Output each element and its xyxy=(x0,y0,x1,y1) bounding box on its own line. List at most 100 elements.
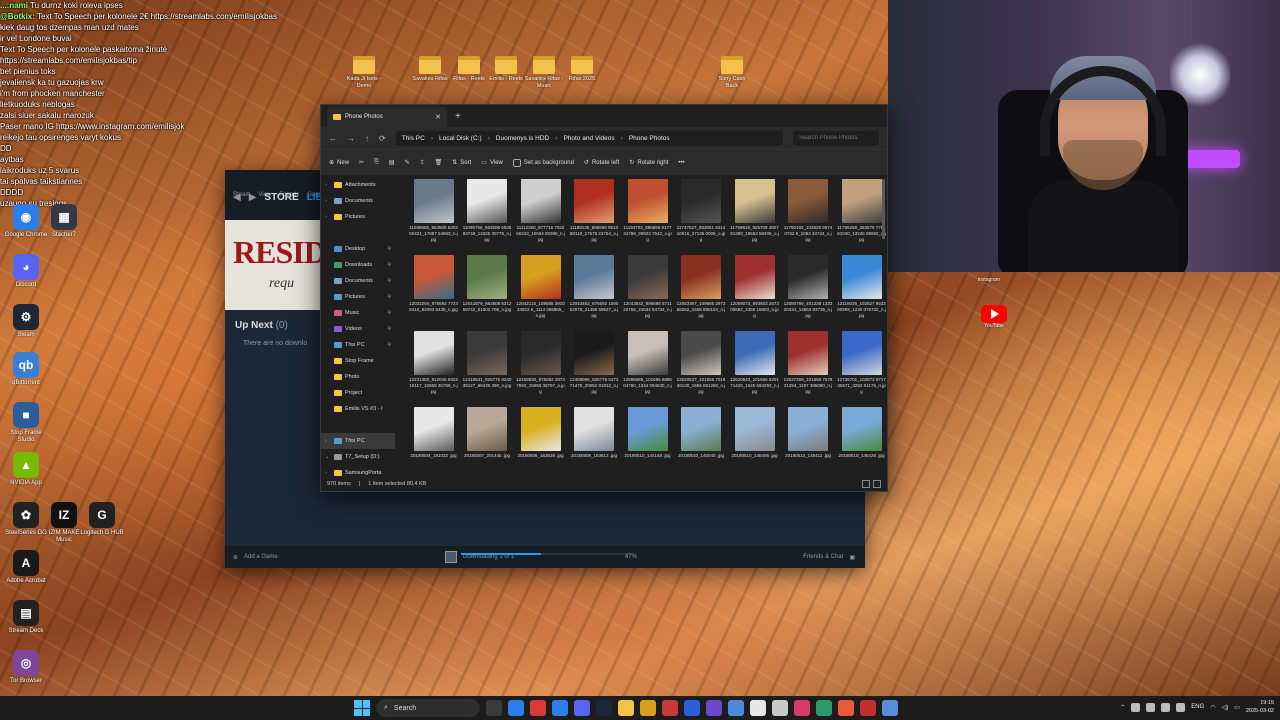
delete-icon[interactable]: 🗑 xyxy=(435,159,443,166)
tray-app-icon[interactable] xyxy=(1176,702,1186,712)
rotate-right-button[interactable]: ↻ Rotate right xyxy=(629,159,668,167)
taskbar-app-icon[interactable] xyxy=(772,700,788,716)
desktop-shortcut[interactable]: ■ Stop Frame Studio xyxy=(4,402,48,444)
taskbar-search[interactable]: ⌕ Search xyxy=(376,699,480,717)
taskbar-app-icon[interactable] xyxy=(662,700,678,716)
file-thumbnail[interactable]: 11088685_963508 630350421_17857 54863_n.… xyxy=(409,179,458,253)
nav-item[interactable]: Project xyxy=(321,385,395,401)
desktop-shortcut[interactable]: ⚙ Steam xyxy=(4,304,48,339)
file-thumbnail[interactable]: 20180510_145411 .jpg xyxy=(784,407,833,477)
nav-item[interactable]: Music ⚲ xyxy=(321,305,395,321)
desktop-folder[interactable]: Savaitės Rifas xyxy=(410,56,450,83)
file-thumbnail[interactable]: 11796268_383679 775161040_13245 08682_o.… xyxy=(837,179,886,253)
file-thumbnail[interactable]: 11096756_963508 693883748_14325 30775_n.… xyxy=(463,179,512,253)
breadcrumb-item[interactable]: This PC xyxy=(402,135,425,142)
taskbar-app-icon[interactable] xyxy=(794,700,810,716)
file-thumbnail[interactable]: 11188135_886698 951388118_17575 23754_o.… xyxy=(570,179,619,253)
cut-icon[interactable]: ✂ xyxy=(359,159,364,166)
volume-icon[interactable]: ◁) xyxy=(1222,704,1229,711)
taskbar-app-icon[interactable] xyxy=(552,700,568,716)
file-thumbnail[interactable]: 12736701_102873 971730671_3252 61179_n.j… xyxy=(837,331,886,405)
forward-icon[interactable]: → xyxy=(347,134,355,143)
file-thumbnail[interactable]: 12032294_876692 77238410_92093 6435_n.jp… xyxy=(409,255,458,329)
close-tab-icon[interactable]: ✕ xyxy=(435,113,441,121)
file-thumbnail[interactable]: 11760192_102629 95740732 6_1093 43744_o.… xyxy=(784,179,833,253)
nav-item[interactable]: Photo xyxy=(321,369,395,385)
breadcrumb-item[interactable]: Photo and Videos xyxy=(563,135,614,142)
nav-item[interactable]: Stop Frame xyxy=(321,353,395,369)
file-thumbnail[interactable]: 12596685_101656 688504790_1344 094630_n.… xyxy=(623,331,672,405)
rotate-left-button[interactable]: ↺ Rotate left xyxy=(584,159,619,167)
desktop-folder[interactable]: Savaitės Rifas - Music xyxy=(524,56,564,89)
desktop-shortcut[interactable]: ▲ NVIDIA App xyxy=(4,452,48,487)
nav-item[interactable]: Videos ⚲ xyxy=(321,321,395,337)
taskbar-app-icon[interactable] xyxy=(574,700,590,716)
nav-item[interactable]: Emilis VS #3 - I xyxy=(321,401,395,417)
taskbar-app-icon[interactable] xyxy=(508,700,524,716)
desktop-shortcut[interactable]: ▦ Stacher7 xyxy=(42,204,86,239)
new-tab-icon[interactable]: + xyxy=(455,107,461,127)
file-thumbnail[interactable]: 20180507_201445 .jpg xyxy=(463,407,512,477)
file-thumbnail[interactable]: 12116035_102627 953300999_1230 075732_n.… xyxy=(837,255,886,329)
file-thumbnail[interactable]: 12418541_926775 824038127_96439 390_n.jp… xyxy=(463,331,512,405)
set-background-button[interactable]: Set as background xyxy=(512,158,574,167)
file-thumbnail[interactable]: 12080799_401338 133320434_14553 83735_n.… xyxy=(784,255,833,329)
desktop-folder[interactable]: Kada Ji Isėis - Demo xyxy=(344,56,384,89)
up-icon[interactable]: ↑ xyxy=(365,134,369,143)
file-thumbnail[interactable]: 12637359_101656 757831254_1197 395080_n.… xyxy=(784,331,833,405)
breadcrumb-item[interactable]: Local Disk (C:) xyxy=(439,135,482,142)
taskbar-app-icon[interactable] xyxy=(728,700,744,716)
tiles-view-icon[interactable] xyxy=(873,480,881,488)
taskbar-app-icon[interactable] xyxy=(684,700,700,716)
nav-item[interactable]: This PC ⚲ xyxy=(321,337,395,353)
nav-item[interactable]: Pictures ⚲ xyxy=(321,289,395,305)
desktop-folder[interactable]: Emilis - Reels xyxy=(486,56,526,83)
file-thumbnail[interactable]: 20180510_144148 .jpg xyxy=(623,407,672,477)
new-button[interactable]: ⊕ New xyxy=(329,159,349,167)
file-thumbnail[interactable]: 12042115_109685 391034922 5_1114 096865_… xyxy=(516,255,565,329)
taskbar-app-icon[interactable] xyxy=(706,700,722,716)
taskbar-app-icon[interactable] xyxy=(486,700,502,716)
nav-item[interactable]: › Documents xyxy=(321,193,395,209)
battery-icon[interactable]: ▭ xyxy=(1234,704,1240,711)
breadcrumb-item[interactable]: Phone Photos xyxy=(629,135,670,142)
file-thumbnail[interactable]: 12041879_863508 621259742_51002 706_n.jp… xyxy=(463,255,512,329)
wifi-icon[interactable]: ◠ xyxy=(1210,704,1215,711)
file-thumbnail[interactable]: 11747527_853051 841410616_37136 0005_o.j… xyxy=(677,179,726,253)
taskbar-app-icon[interactable] xyxy=(838,700,854,716)
forward-arrow-icon[interactable]: ▶ xyxy=(249,192,257,203)
search-input[interactable] xyxy=(793,130,879,146)
nav-item[interactable]: ⌄ T7_Setup (D:) xyxy=(321,449,395,465)
nav-item[interactable]: Desktop ⚲ xyxy=(321,241,395,257)
rename-icon[interactable]: ✎ xyxy=(405,159,410,166)
desktop-shortcut[interactable]: ◕ Discord xyxy=(4,254,48,289)
taskbar-app-icon[interactable] xyxy=(640,700,656,716)
file-thumbnail[interactable]: 11194702_886698 917734788_99923 7542_o.j… xyxy=(623,179,672,253)
paste-icon[interactable]: ▤ xyxy=(389,159,395,166)
file-thumbnail[interactable]: 12459830_876692 38737593_15958 36797_n.j… xyxy=(516,331,565,405)
desktop-folder[interactable]: Rifas - Reels xyxy=(449,56,489,83)
start-button[interactable] xyxy=(354,700,370,716)
file-thumbnail[interactable]: 20180510_145406 .jpg xyxy=(730,407,779,477)
desktop-shortcut[interactable]: ◎ Tor Browser xyxy=(4,650,48,685)
friends-chat-button[interactable]: Friends & Chat ▣ xyxy=(803,554,855,561)
desktop-shortcut[interactable]: qb qBittorrent xyxy=(4,352,48,387)
file-thumbnail[interactable]: 12043842_886698 571122785_24534 54734_n.… xyxy=(623,255,672,329)
taskbar-app-icon[interactable] xyxy=(750,700,766,716)
taskbar-app-icon[interactable] xyxy=(882,700,898,716)
file-thumbnail[interactable]: 12620943_101656 620171425_1625 594292_n.… xyxy=(730,331,779,405)
file-thumbnail[interactable]: 12059073_893603 267300682_2355 15503_n.j… xyxy=(730,255,779,329)
file-thumbnail[interactable]: 12053367_109685 297368262_1668 890104_n.… xyxy=(677,255,726,329)
details-view-icon[interactable] xyxy=(862,480,870,488)
copy-icon[interactable]: ⎘ xyxy=(374,159,379,166)
desktop-shortcut[interactable]: ▤ Stream Deck xyxy=(4,600,48,635)
desktop-shortcut[interactable]: G Logitech G HUB xyxy=(80,502,124,537)
add-game-button[interactable]: ⊕ Add a Game xyxy=(233,554,278,561)
file-thumbnail[interactable]: 12231380_912045 582216117_10869 35799_n.… xyxy=(409,331,458,405)
explorer-tab[interactable]: Phone Photos ✕ xyxy=(327,107,447,127)
desktop-shortcut[interactable]: A Adobe Acrobat xyxy=(4,550,48,585)
file-thumbnail[interactable]: 12459988_926776 547371478_20052 81812_n.… xyxy=(570,331,619,405)
file-thumbnail[interactable]: 11112260_877716 702266343_10604 80386_n.… xyxy=(516,179,565,253)
file-thumbnail[interactable]: 20180510_145040 .jpg xyxy=(677,407,726,477)
tray-app-icon[interactable] xyxy=(1161,702,1171,712)
